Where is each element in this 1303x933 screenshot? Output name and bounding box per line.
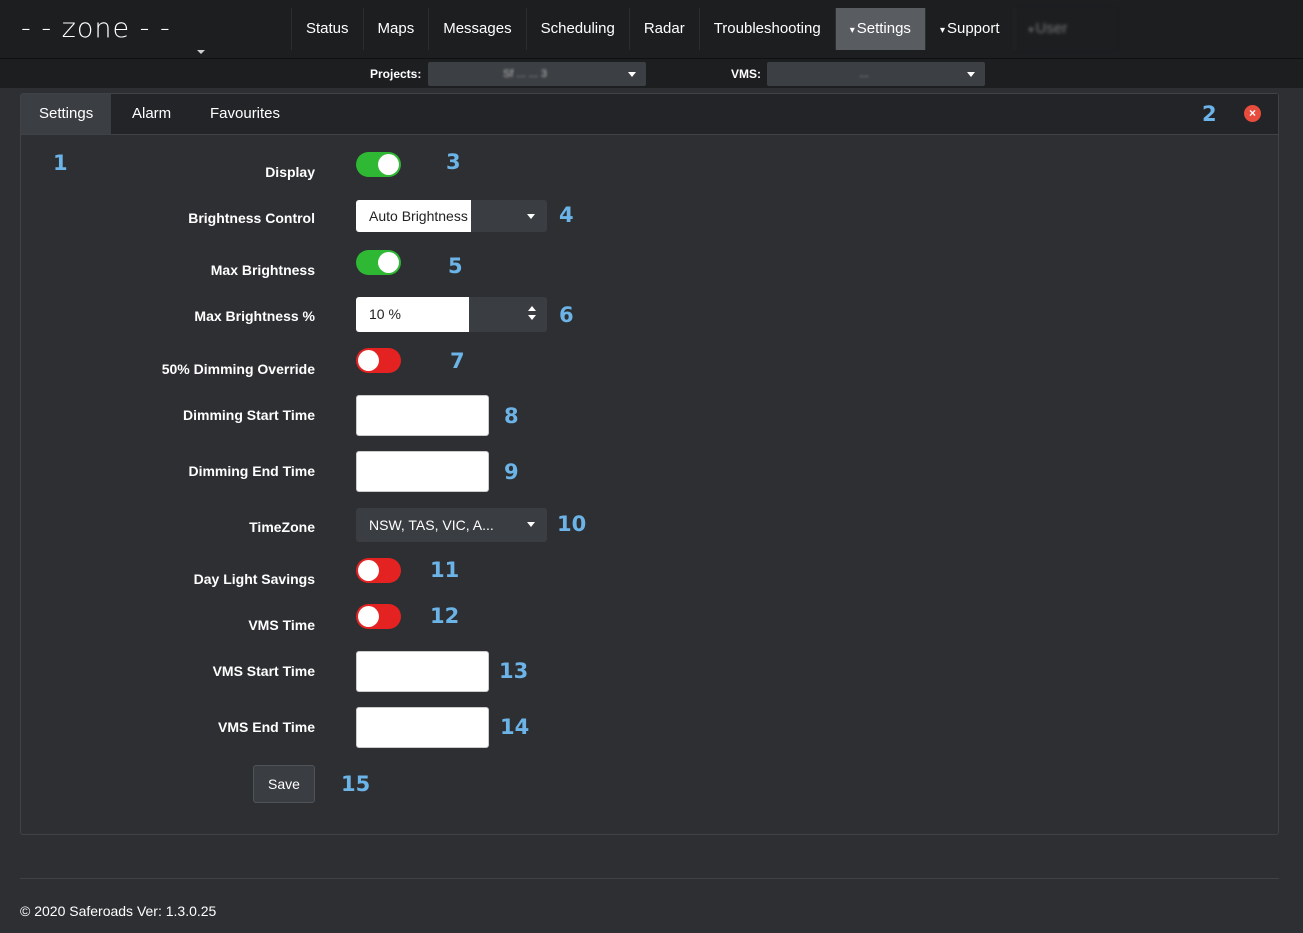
annotation-3: 3	[446, 150, 461, 174]
nav-status[interactable]: Status	[291, 8, 363, 50]
annotation-15: 15	[341, 772, 371, 796]
timezone-label: TimeZone	[249, 519, 315, 535]
nav-support-label: Support	[946, 20, 1000, 37]
brightness-control-value: Auto Brightness	[356, 200, 471, 232]
chevron-down-icon	[527, 214, 535, 219]
brightness-control-select[interactable]: Auto Brightness	[356, 200, 547, 232]
brightness-control-label: Brightness Control	[188, 210, 315, 226]
display-toggle[interactable]	[356, 152, 401, 177]
nav-messages[interactable]: Messages	[428, 8, 526, 50]
nav-maps[interactable]: Maps	[362, 8, 429, 50]
caret-down-icon: ▾	[849, 25, 855, 36]
spinner-up-icon[interactable]	[528, 306, 536, 311]
vms-end-label: VMS End Time	[218, 719, 315, 735]
spinner-down-icon[interactable]	[528, 315, 536, 320]
annotation-4: 4	[559, 203, 574, 227]
caret-down-icon: ▾	[1028, 25, 1034, 36]
toggle-knob	[358, 560, 379, 581]
max-brightness-pct-label: Max Brightness %	[194, 308, 315, 324]
logo-dropdown-caret-icon[interactable]	[197, 50, 205, 54]
annotation-8: 8	[504, 404, 519, 428]
max-brightness-pct-stepper[interactable]: 10 %	[356, 297, 547, 332]
nav-user-menu[interactable]: ▾ User	[1013, 8, 1116, 50]
vms-end-input[interactable]	[356, 707, 489, 748]
projects-select[interactable]: Sf ... ... 3	[428, 62, 646, 86]
annotation-14: 14	[500, 715, 530, 739]
vms-start-label: VMS Start Time	[212, 663, 315, 679]
chevron-down-icon	[527, 522, 535, 527]
footer-divider	[20, 878, 1279, 879]
vms-time-label: VMS Time	[248, 617, 315, 633]
annotation-11: 11	[430, 558, 460, 582]
annotation-12: 12	[430, 604, 460, 628]
display-label: Display	[265, 164, 315, 180]
nav-troubleshooting[interactable]: Troubleshooting	[698, 8, 835, 50]
vms-label: VMS:	[731, 67, 761, 81]
main-nav: Status Maps Messages Scheduling Radar Tr…	[291, 8, 1116, 50]
chevron-down-icon	[628, 72, 636, 77]
dimming-override-toggle[interactable]	[356, 348, 401, 373]
toggle-knob	[378, 252, 399, 273]
toggle-knob	[358, 606, 379, 627]
dimming-end-label: Dimming End Time	[188, 463, 315, 479]
tab-settings[interactable]: Settings	[21, 94, 112, 134]
nav-radar[interactable]: Radar	[628, 8, 699, 50]
toggle-knob	[358, 350, 379, 371]
chevron-down-icon	[967, 72, 975, 77]
top-navbar: - - zone - - Status Maps Messages Schedu…	[0, 0, 1303, 58]
dimming-override-label: 50% Dimming Override	[161, 361, 315, 377]
dimming-end-input[interactable]	[356, 451, 489, 492]
tab-bar: Settings Alarm Favourites ×	[21, 94, 1278, 135]
nav-scheduling[interactable]: Scheduling	[525, 8, 629, 50]
annotation-7: 7	[450, 349, 465, 373]
vms-select-value: ...	[859, 68, 869, 80]
tab-alarm[interactable]: Alarm	[114, 94, 189, 134]
max-brightness-toggle[interactable]	[356, 250, 401, 275]
nav-support[interactable]: ▾ Support	[924, 8, 1014, 50]
daylight-savings-label: Day Light Savings	[193, 571, 315, 587]
timezone-select[interactable]: NSW, TAS, VIC, A...	[356, 508, 547, 542]
vms-time-toggle[interactable]	[356, 604, 401, 629]
max-brightness-pct-value: 10 %	[356, 297, 469, 332]
projects-label: Projects:	[370, 67, 422, 81]
annotation-5: 5	[448, 254, 463, 278]
annotation-10: 10	[557, 512, 587, 536]
vms-start-input[interactable]	[356, 651, 489, 692]
nav-settings-label: Settings	[856, 20, 911, 37]
annotation-1: 1	[53, 151, 68, 175]
settings-panel: Settings Alarm Favourites × 1 2 3 4 5 6 …	[20, 93, 1279, 835]
annotation-2: 2	[1202, 102, 1217, 126]
annotation-13: 13	[499, 659, 529, 683]
tab-favourites[interactable]: Favourites	[192, 94, 298, 134]
timezone-value: NSW, TAS, VIC, A...	[369, 517, 494, 533]
filter-bar: Projects: Sf ... ... 3 VMS: ...	[0, 58, 1303, 88]
dimming-start-label: Dimming Start Time	[183, 407, 315, 423]
vms-select[interactable]: ...	[767, 62, 985, 86]
annotation-6: 6	[559, 303, 574, 327]
close-icon[interactable]: ×	[1244, 105, 1261, 122]
daylight-savings-toggle[interactable]	[356, 558, 401, 583]
projects-select-value: Sf ... ... 3	[502, 68, 548, 80]
toggle-knob	[378, 154, 399, 175]
nav-settings[interactable]: ▾ Settings	[834, 8, 925, 50]
save-button[interactable]: Save	[253, 765, 315, 803]
nav-user-label: User	[1035, 20, 1068, 37]
max-brightness-label: Max Brightness	[210, 262, 315, 278]
caret-down-icon: ▾	[939, 25, 945, 36]
footer-copyright: © 2020 Saferoads Ver: 1.3.0.25	[20, 903, 217, 919]
annotation-9: 9	[504, 460, 519, 484]
zone-logo[interactable]: - - zone - -	[21, 11, 223, 49]
dimming-start-input[interactable]	[356, 395, 489, 436]
